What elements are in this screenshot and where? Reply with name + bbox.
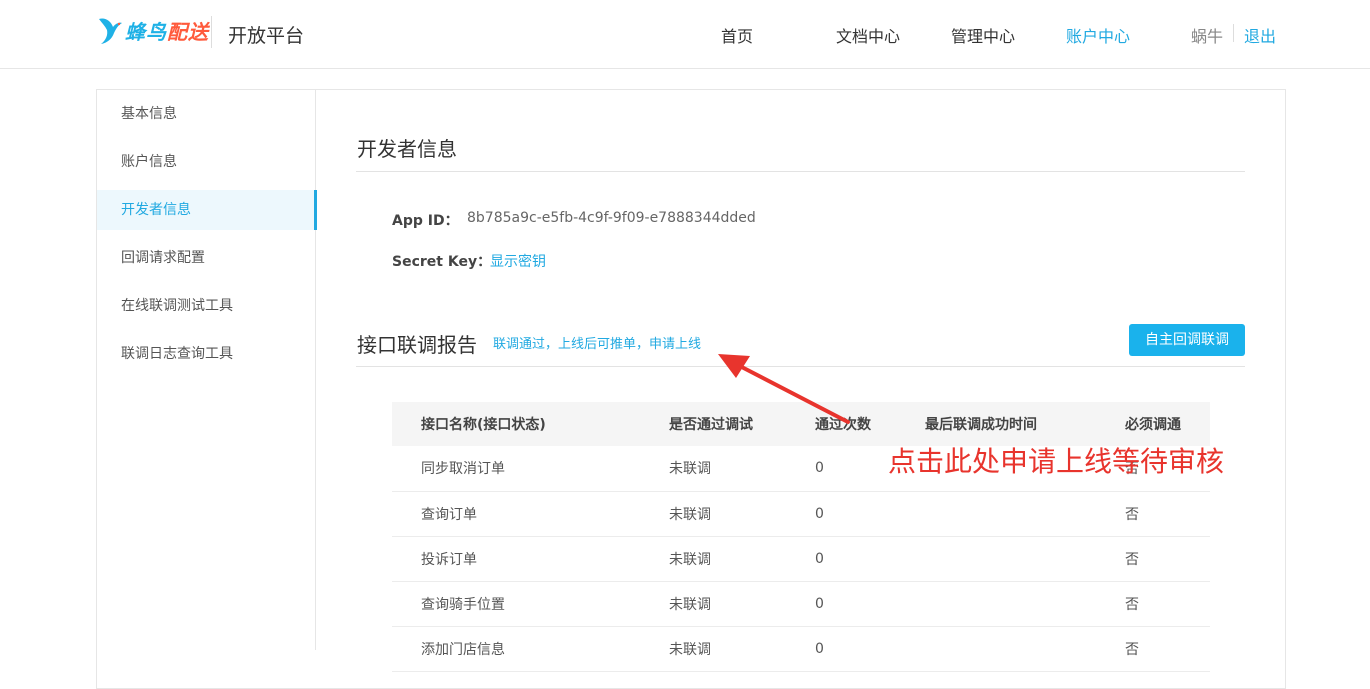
logo-text: 蜂鸟配送 — [125, 19, 209, 44]
logo-divider — [211, 16, 212, 48]
secret-key-label: Secret Key： — [392, 254, 492, 270]
cell-required: 否 — [1125, 626, 1210, 672]
cell-interface-name: 查询订单 — [392, 491, 669, 537]
cell-last-success-time — [925, 536, 1125, 582]
user-divider — [1233, 24, 1234, 42]
apply-online-link[interactable]: 联调通过，上线后可推单，申请上线 — [493, 333, 701, 352]
sidebar-item-account-info[interactable]: 账户信息 — [97, 142, 316, 182]
cell-last-success-time — [925, 491, 1125, 537]
sidebar: 基本信息 账户信息 开发者信息 回调请求配置 在线联调测试工具 联调日志查询工具 — [97, 90, 317, 650]
cell-debug-status: 未联调 — [669, 491, 815, 537]
section-divider — [356, 171, 1245, 172]
logo[interactable]: 蜂鸟配送 — [97, 12, 209, 48]
cell-debug-status: 未联调 — [669, 446, 815, 492]
hummingbird-logo-icon — [99, 18, 122, 44]
column-header: 接口名称(接口状态) — [392, 402, 669, 446]
app-id-label: App ID： — [392, 213, 459, 229]
cell-pass-count: 0 — [815, 491, 925, 537]
cell-required: 否 — [1125, 581, 1210, 627]
logout-link[interactable]: 退出 — [1244, 23, 1276, 47]
platform-title: 开放平台 — [228, 25, 305, 47]
cell-pass-count: 0 — [815, 536, 925, 582]
cell-debug-status: 未联调 — [669, 626, 815, 672]
cell-interface-name: 同步取消订单 — [392, 446, 669, 492]
app-id-value: 8b785a9c-e5fb-4c9f-9f09-e7888344dded — [467, 210, 756, 226]
developer-info-title: 开发者信息 — [357, 137, 457, 161]
table-row: 查询订单 未联调 0 否 — [392, 491, 1210, 537]
cell-pass-count: 0 — [815, 581, 925, 627]
table-row: 添加门店信息 未联调 0 否 — [392, 626, 1210, 672]
cell-interface-name: 添加门店信息 — [392, 626, 669, 672]
sidebar-item-basic-info[interactable]: 基本信息 — [97, 94, 316, 134]
cell-last-success-time — [925, 626, 1125, 672]
cell-interface-name: 投诉订单 — [392, 536, 669, 582]
sidebar-item-log-query-tool[interactable]: 联调日志查询工具 — [97, 334, 316, 374]
sidebar-item-developer-info[interactable]: 开发者信息 — [97, 190, 317, 230]
report-title: 接口联调报告 — [357, 333, 477, 357]
top-header: 蜂鸟配送 开放平台 首页 文档中心 管理中心 账户中心 蜗牛 退出 — [0, 0, 1370, 69]
sidebar-item-online-test-tool[interactable]: 在线联调测试工具 — [97, 286, 316, 326]
cell-debug-status: 未联调 — [669, 536, 815, 582]
nav-account[interactable]: 账户中心 — [1066, 23, 1130, 47]
cell-debug-status: 未联调 — [669, 581, 815, 627]
annotation-text: 点击此处申请上线等待审核 — [888, 445, 1225, 478]
nav-home[interactable]: 首页 — [721, 23, 753, 47]
show-secret-key-link[interactable]: 显示密钥 — [490, 251, 546, 271]
cell-last-success-time — [925, 581, 1125, 627]
cell-interface-name: 查询骑手位置 — [392, 581, 669, 627]
nav-management[interactable]: 管理中心 — [951, 23, 1015, 47]
annotation-arrow-icon — [718, 354, 850, 424]
table-row: 查询骑手位置 未联调 0 否 — [392, 581, 1210, 627]
nav-docs[interactable]: 文档中心 — [836, 23, 900, 47]
user-name[interactable]: 蜗牛 — [1191, 23, 1223, 47]
cell-pass-count: 0 — [815, 626, 925, 672]
cell-required: 否 — [1125, 491, 1210, 537]
table-row: 投诉订单 未联调 0 否 — [392, 536, 1210, 582]
sidebar-item-callback-config[interactable]: 回调请求配置 — [97, 238, 316, 278]
cell-required: 否 — [1125, 536, 1210, 582]
self-callback-button[interactable]: 自主回调联调 — [1129, 324, 1245, 356]
